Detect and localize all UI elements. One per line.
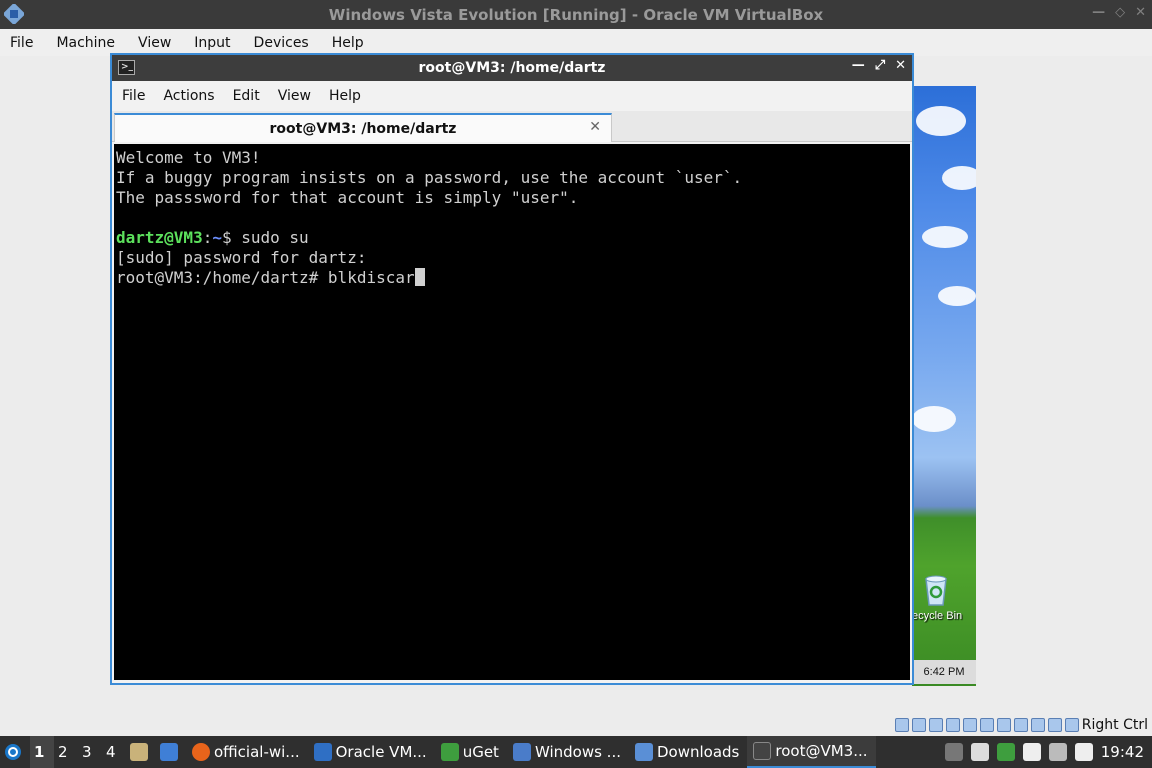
terminal-menu-view[interactable]: View: [268, 88, 319, 104]
taskbar-window-label: Oracle VM...: [335, 743, 427, 761]
vbox-statusbar: Right Ctrl: [894, 714, 1152, 736]
system-tray: 19:42: [944, 743, 1152, 761]
maximize-icon[interactable]: ⤢: [875, 58, 885, 73]
workspace-2[interactable]: 2: [54, 736, 78, 768]
cpu-icon[interactable]: [1030, 718, 1045, 732]
taskbar-window-terminal[interactable]: root@VM3...: [747, 736, 876, 768]
prompt-colon: :: [202, 228, 213, 247]
keyboard-icon[interactable]: [1064, 718, 1079, 732]
usb-icon[interactable]: [962, 718, 977, 732]
host-taskbar: 1 2 3 4 official-wi... Oracle VM... uGet…: [0, 736, 1152, 768]
taskbar-window-label: Windows ...: [534, 743, 621, 761]
optical-drive-icon[interactable]: [911, 718, 926, 732]
current-command: root@VM3:/home/dartz# blkdiscar: [116, 268, 415, 287]
text-cursor: [414, 268, 425, 286]
lubuntu-logo-icon: [5, 744, 21, 760]
shared-folders-icon[interactable]: [979, 718, 994, 732]
prompt-user: dartz@VM3: [116, 228, 203, 247]
workspace-1[interactable]: 1: [30, 736, 54, 768]
taskbar-window-downloads[interactable]: Downloads: [629, 736, 747, 768]
notes-icon[interactable]: [1022, 743, 1041, 761]
taskbar-window-label: uGet: [462, 743, 499, 761]
audio-icon[interactable]: [928, 718, 943, 732]
uget-tray-icon[interactable]: [996, 743, 1015, 761]
close-icon[interactable]: ✕: [895, 58, 906, 73]
terminal-icon: >_: [118, 60, 135, 75]
terminal-output[interactable]: Welcome to VM3! If a buggy program insist…: [114, 144, 910, 680]
file-manager-launcher[interactable]: [126, 736, 156, 768]
mouse-integration-icon[interactable]: [1047, 718, 1062, 732]
network-tray-icon[interactable]: [1074, 743, 1093, 761]
start-menu-button[interactable]: [0, 736, 30, 768]
virtualbox-vm-icon: [512, 743, 531, 761]
vbox-menu-help[interactable]: Help: [322, 35, 377, 51]
workspace-4[interactable]: 4: [102, 736, 126, 768]
terminal-line: dartz@VM3:~$ sudo su: [116, 228, 908, 248]
terminal-menu-actions[interactable]: Actions: [153, 88, 222, 104]
desktop-icon: [160, 743, 178, 761]
vbox-menubar: File Machine View Input Devices Help: [0, 29, 1152, 56]
maximize-icon[interactable]: ◇: [1115, 5, 1125, 20]
folder-icon: [634, 743, 653, 761]
volume-icon[interactable]: [970, 743, 989, 761]
file-manager-icon: [130, 743, 148, 761]
tab-close-icon[interactable]: ✕: [589, 119, 601, 135]
prompt-path: ~: [212, 228, 222, 247]
taskbar-window-uget[interactable]: uGet: [435, 736, 507, 768]
terminal-menu-help[interactable]: Help: [319, 88, 369, 104]
vbox-menu-input[interactable]: Input: [184, 35, 243, 51]
taskbar-window-windows-vm[interactable]: Windows ...: [507, 736, 629, 768]
clipboard-icon[interactable]: [944, 743, 963, 761]
terminal-icon: [753, 742, 772, 760]
system-clock: 19:42: [1100, 743, 1144, 761]
minimize-icon[interactable]: —: [852, 58, 865, 73]
recycle-bin-icon[interactable]: [918, 573, 954, 607]
network-icon[interactable]: [945, 718, 960, 732]
taskbar-window-label: official-wi...: [214, 743, 300, 761]
vbox-window-title: Windows Vista Evolution [Running] - Orac…: [328, 5, 824, 24]
terminal-menu-file[interactable]: File: [112, 88, 153, 104]
host-key-label: Right Ctrl: [1081, 717, 1148, 733]
minimize-icon[interactable]: —: [1092, 5, 1105, 20]
terminal-tab[interactable]: root@VM3: /home/dartz ✕: [114, 113, 612, 142]
monitor-icon[interactable]: [1048, 743, 1067, 761]
taskbar-window-virtualbox[interactable]: Oracle VM...: [308, 736, 435, 768]
vbox-menu-devices[interactable]: Devices: [244, 35, 322, 51]
terminal-tab-label: root@VM3: /home/dartz: [269, 120, 457, 137]
terminal-window[interactable]: >_ root@VM3: /home/dartz — ⤢ ✕ File Acti…: [110, 53, 914, 685]
vbox-menu-view[interactable]: View: [128, 35, 184, 51]
terminal-tabbar: root@VM3: /home/dartz ✕: [112, 111, 912, 142]
terminal-titlebar[interactable]: >_ root@VM3: /home/dartz — ⤢ ✕: [112, 55, 912, 81]
prompt-command: $ sudo su: [221, 228, 309, 247]
terminal-title: root@VM3: /home/dartz: [418, 60, 606, 76]
vbox-menu-file[interactable]: File: [0, 35, 46, 51]
taskbar-window-label: Downloads: [656, 743, 740, 761]
virtualbox-icon: [4, 4, 24, 24]
terminal-menubar: File Actions Edit View Help: [112, 81, 912, 111]
terminal-line: The passsword for that account is simply…: [116, 188, 579, 207]
terminal-menu-edit[interactable]: Edit: [223, 88, 268, 104]
hard-disk-icon[interactable]: [894, 718, 909, 732]
taskbar-window-label: root@VM3...: [775, 742, 868, 760]
vbox-titlebar: Windows Vista Evolution [Running] - Orac…: [0, 0, 1152, 29]
terminal-line: [sudo] password for dartz:: [116, 248, 367, 267]
recycle-bin-label: ecycle Bin: [912, 610, 963, 622]
terminal-line: If a buggy program insists on a password…: [116, 168, 743, 187]
show-desktop-launcher[interactable]: [156, 736, 186, 768]
terminal-line: root@VM3:/home/dartz# blkdiscar: [116, 268, 908, 288]
firefox-icon: [192, 743, 210, 761]
taskbar-window-firefox[interactable]: official-wi...: [186, 736, 308, 768]
close-icon[interactable]: ✕: [1135, 5, 1146, 20]
display-icon[interactable]: [996, 718, 1011, 732]
recording-icon[interactable]: [1013, 718, 1028, 732]
workspace-3[interactable]: 3: [78, 736, 102, 768]
virtualbox-icon: [313, 743, 332, 761]
terminal-line: Welcome to VM3!: [116, 148, 261, 167]
vbox-menu-machine[interactable]: Machine: [46, 35, 128, 51]
guest-clock: 6:42 PM: [912, 660, 976, 684]
uget-icon: [440, 743, 459, 761]
